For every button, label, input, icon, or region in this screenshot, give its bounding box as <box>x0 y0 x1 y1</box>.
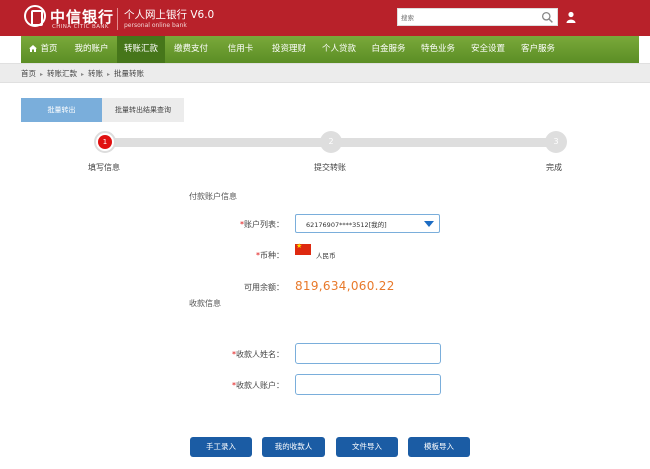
header-divider <box>117 8 118 30</box>
breadcrumb-item[interactable]: 转账汇款 <box>47 69 77 78</box>
nav-item-security[interactable]: 安全设置 <box>463 36 513 63</box>
step-circle-1: 1 <box>94 131 116 153</box>
chevron-down-icon <box>424 221 434 227</box>
payee-name-label: *收款人姓名： <box>232 350 284 359</box>
nav-item-credit-card[interactable]: 信用卡 <box>217 36 264 63</box>
step-circle-3: 3 <box>545 131 567 153</box>
balance-label: 可用余额： <box>244 283 284 292</box>
breadcrumb: 首页 ▸ 转账汇款 ▸ 转账 ▸ 批量转账 <box>0 63 650 83</box>
account-select[interactable]: 62176907****3512[我的] <box>295 214 440 233</box>
nav-item-investment[interactable]: 投资理财 <box>264 36 314 63</box>
account-list-label: *账户列表： <box>240 220 284 229</box>
top-header: 中信银行 CHINA CITIC BANK 个人网上银行 V6.0 person… <box>0 0 650 36</box>
system-title: 个人网上银行 V6.0 <box>124 9 215 21</box>
step-label-fill-info: 填写信息 <box>88 163 120 172</box>
breadcrumb-current: 批量转账 <box>114 69 145 78</box>
available-balance: 819,634,060.22 <box>295 279 395 293</box>
breadcrumb-separator-icon: ▸ <box>40 71 44 78</box>
step-circle-2: 2 <box>320 131 342 153</box>
nav-item-platinum[interactable]: 白金服务 <box>364 36 413 63</box>
bank-name-en: CHINA CITIC BANK <box>52 24 109 30</box>
step-label-submit: 提交转账 <box>314 163 346 172</box>
breadcrumb-item[interactable]: 首页 <box>21 69 36 78</box>
breadcrumb-separator-icon: ▸ <box>107 71 111 78</box>
step-label-complete: 完成 <box>546 163 562 172</box>
tab-bar: 批量转出 批量转出结果查询 <box>21 98 184 122</box>
payee-section-title: 收款信息 <box>189 299 221 308</box>
nav-item-service[interactable]: 客户服务 <box>513 36 563 63</box>
search-input[interactable] <box>401 11 536 24</box>
payee-name-input[interactable] <box>295 343 441 364</box>
nav-item-payment[interactable]: 缴费支付 <box>165 36 217 63</box>
china-flag-icon <box>295 242 311 255</box>
nav-item-loan[interactable]: 个人贷款 <box>314 36 364 63</box>
tab-batch-result-query[interactable]: 批量转出结果查询 <box>102 98 184 122</box>
template-import-button[interactable]: 模板导入 <box>408 437 470 457</box>
nav-label: 首页 <box>40 44 58 54</box>
breadcrumb-separator-icon: ▸ <box>81 71 85 78</box>
search-box <box>397 8 558 26</box>
payer-section-title: 付款账户信息 <box>189 192 237 201</box>
home-icon <box>29 45 38 52</box>
system-subtitle: personal online bank <box>124 22 187 29</box>
payee-account-label: *收款人账户： <box>232 381 284 390</box>
nav-item-transfer[interactable]: 转账汇款 <box>117 36 165 63</box>
user-icon[interactable] <box>566 11 576 23</box>
account-select-value: 62176907****3512[我的] <box>306 221 387 229</box>
my-payees-button[interactable]: 我的收款人 <box>262 437 325 457</box>
nav-item-my-account[interactable]: 我的账户 <box>66 36 117 63</box>
currency-value: 人民币 <box>316 252 336 260</box>
currency-label: *币种： <box>256 251 284 260</box>
search-icon[interactable] <box>541 11 554 24</box>
nav-item-home[interactable]: 首页 <box>21 36 66 63</box>
main-nav: 首页 我的账户 转账汇款 缴费支付 信用卡 投资理财 个人贷款 白金服务 特色业… <box>21 36 639 63</box>
manual-entry-button[interactable]: 手工录入 <box>190 437 252 457</box>
tab-batch-transfer[interactable]: 批量转出 <box>21 98 102 122</box>
file-import-button[interactable]: 文件导入 <box>336 437 398 457</box>
breadcrumb-item[interactable]: 转账 <box>88 69 103 78</box>
payee-account-input[interactable] <box>295 374 441 395</box>
nav-item-featured[interactable]: 特色业务 <box>413 36 463 63</box>
citic-logo-icon <box>24 5 46 27</box>
